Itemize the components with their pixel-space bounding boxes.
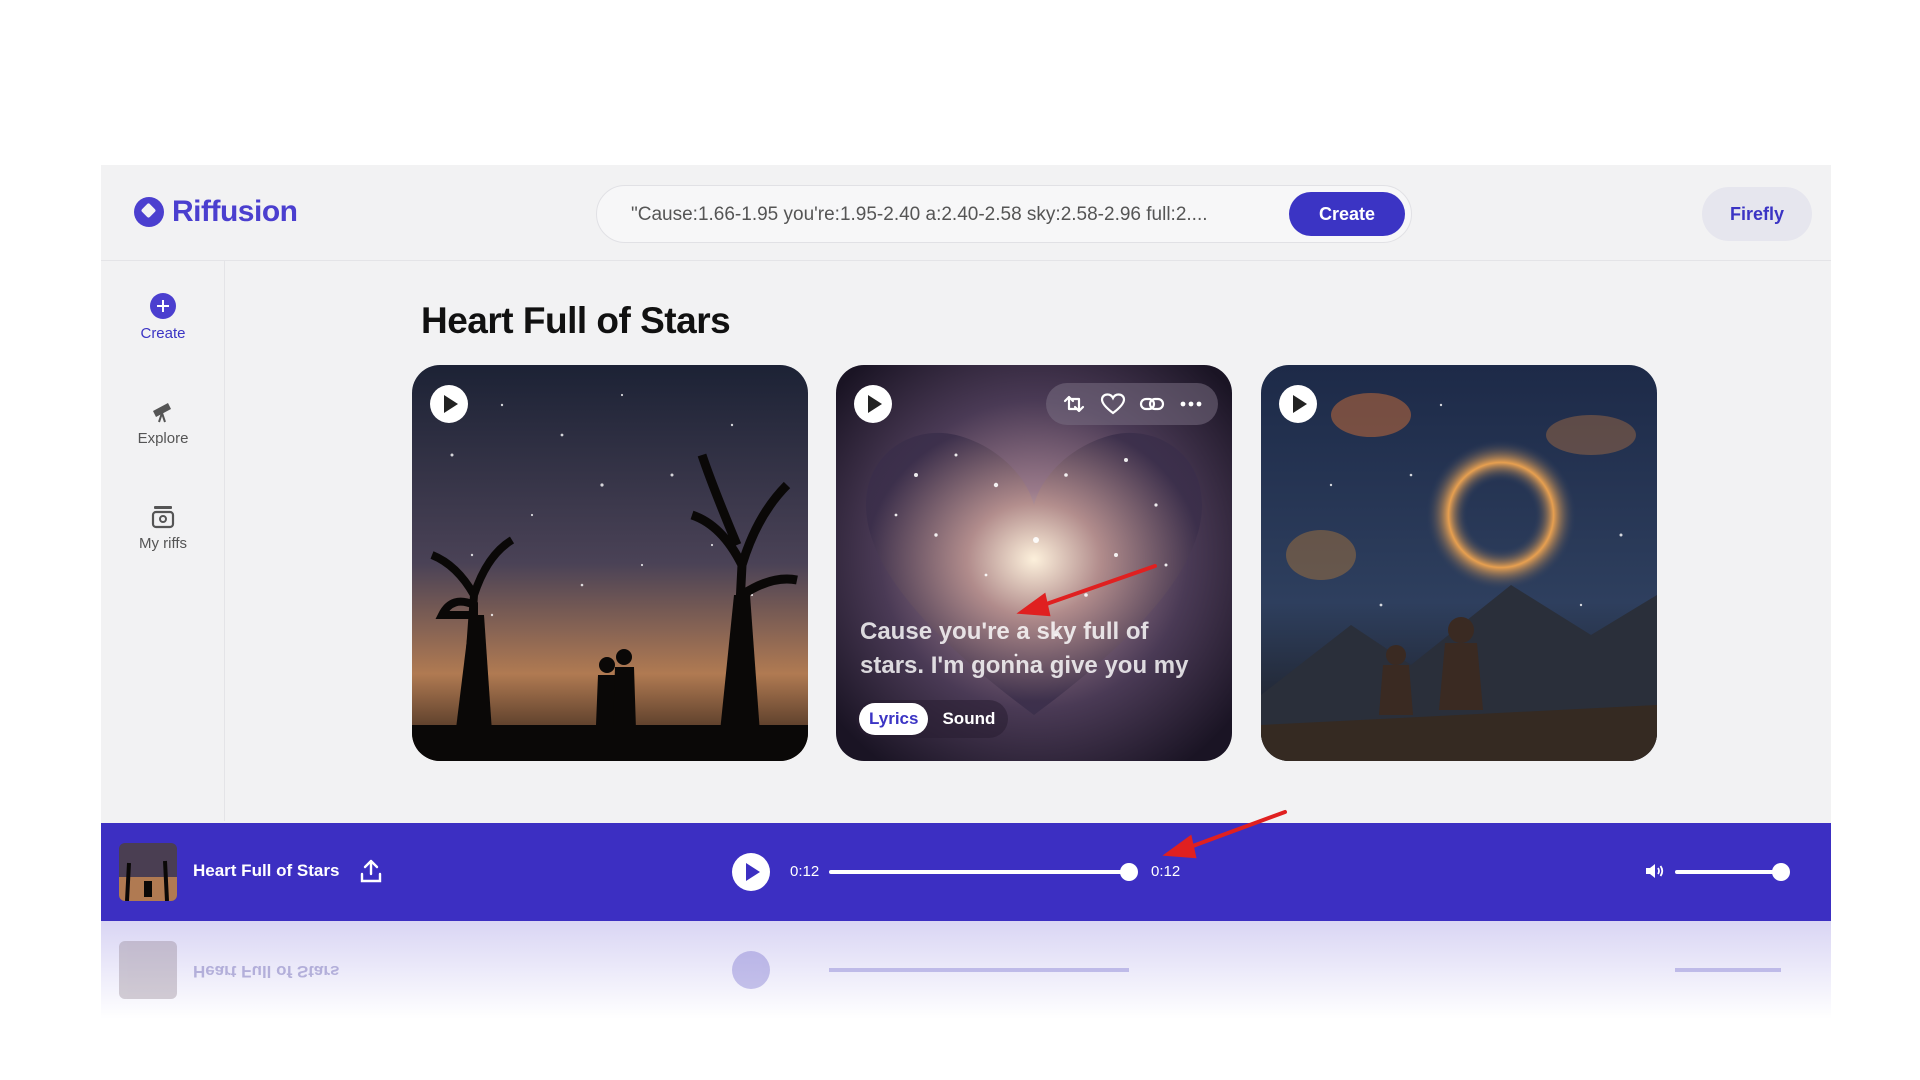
sidebar-item-label: Create	[140, 325, 186, 342]
riff-card-1[interactable]	[412, 365, 808, 761]
riffusion-logo-icon	[134, 197, 164, 227]
brand-logo[interactable]: Riffusion	[134, 195, 298, 229]
reflection-progress	[829, 968, 1129, 972]
cover-art-image	[119, 843, 177, 901]
plus-circle-icon	[150, 293, 176, 319]
heart-icon[interactable]	[1099, 390, 1127, 418]
brand-name: Riffusion	[172, 195, 298, 228]
volume-slider[interactable]	[1675, 863, 1790, 881]
play-button[interactable]	[1279, 385, 1317, 423]
link-icon[interactable]	[1138, 390, 1166, 418]
cover-art-image	[412, 365, 808, 761]
player-play-button[interactable]	[732, 853, 770, 891]
riff-card-3[interactable]	[1261, 365, 1657, 761]
more-icon[interactable]	[1177, 390, 1205, 418]
reflection-play	[732, 951, 770, 989]
remix-icon[interactable]	[1060, 390, 1088, 418]
riff-card-2[interactable]: Cause you're a sky full of stars. I'm go…	[836, 365, 1232, 761]
reflection-title: Heart Full of Stars	[193, 962, 340, 981]
card-action-bar	[1046, 383, 1218, 425]
play-icon	[746, 863, 760, 881]
app-window: Riffusion "Cause:1.66-1.95 you're:1.95-2…	[101, 165, 1831, 921]
tab-sound[interactable]: Sound	[932, 703, 1005, 735]
play-icon	[444, 395, 458, 413]
reflection-volume	[1675, 968, 1781, 972]
sidebar-item-label: My riffs	[138, 535, 188, 552]
share-icon[interactable]	[357, 857, 385, 885]
sidebar-item-my-riffs[interactable]: My riffs	[101, 503, 225, 552]
top-header: Riffusion "Cause:1.66-1.95 you're:1.95-2…	[101, 165, 1831, 261]
page-title: Heart Full of Stars	[421, 300, 731, 341]
sidebar-item-create[interactable]: Create	[101, 293, 225, 342]
play-icon	[1293, 395, 1307, 413]
create-button[interactable]: Create	[1289, 192, 1405, 236]
play-button[interactable]	[430, 385, 468, 423]
tab-lyrics[interactable]: Lyrics	[859, 703, 929, 735]
sidebar-item-explore[interactable]: Explore	[101, 398, 225, 447]
progress-slider[interactable]	[829, 863, 1138, 881]
lyrics-sound-toggle: Lyrics Sound	[856, 700, 1009, 738]
sidebar: Create Explore My riffs	[101, 261, 225, 821]
volume-handle[interactable]	[1772, 863, 1790, 881]
now-playing-title[interactable]: Heart Full of Stars	[193, 861, 339, 881]
elapsed-time: 0:12	[790, 863, 820, 880]
play-button[interactable]	[854, 385, 892, 423]
telescope-icon	[153, 403, 171, 423]
play-icon	[868, 395, 882, 413]
player-bar: Heart Full of Stars 0:12 0:12	[101, 823, 1831, 921]
volume-icon[interactable]	[1643, 859, 1667, 883]
archive-box-icon	[151, 506, 175, 529]
cover-art-image	[1261, 365, 1657, 761]
reflection-content: Heart Full of Stars	[101, 921, 1831, 1019]
now-playing-thumbnail[interactable]	[119, 843, 177, 901]
duration-time: 0:12	[1151, 863, 1181, 880]
user-menu-button[interactable]: Firefly	[1702, 187, 1812, 241]
prompt-bar[interactable]: "Cause:1.66-1.95 you're:1.95-2.40 a:2.40…	[596, 185, 1412, 243]
player-reflection: Heart Full of Stars	[101, 921, 1831, 1019]
sidebar-item-label: Explore	[137, 430, 189, 447]
prompt-input[interactable]: "Cause:1.66-1.95 you're:1.95-2.40 a:2.40…	[631, 204, 1271, 226]
reflection-thumbnail	[119, 941, 177, 999]
lyrics-overlay: Cause you're a sky full of stars. I'm go…	[860, 618, 1189, 679]
progress-handle[interactable]	[1120, 863, 1138, 881]
